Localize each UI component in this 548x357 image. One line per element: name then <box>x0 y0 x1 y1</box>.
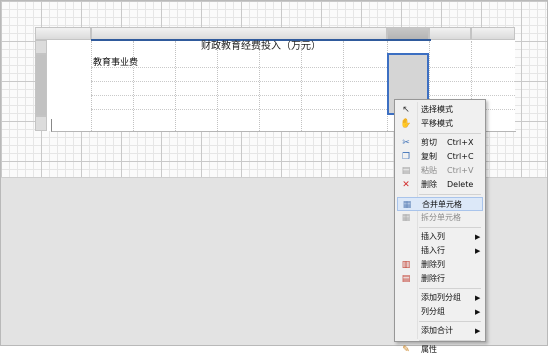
menu-item-label: 添加合计 <box>421 326 453 335</box>
column-header[interactable] <box>429 27 471 40</box>
menu-item[interactable]: ✕ 删除 Delete <box>397 178 483 192</box>
menu-item-label: 删除列 <box>421 260 445 269</box>
merge-cells-icon: ▦ <box>402 200 412 210</box>
menu-item-label: 删除行 <box>421 274 445 283</box>
menu-item[interactable]: ✂ 剪切 Ctrl+X <box>397 136 483 150</box>
menu-item[interactable]: ▤ 粘贴 Ctrl+V <box>397 164 483 178</box>
corner-header[interactable] <box>35 27 91 40</box>
menu-separator <box>419 227 481 228</box>
menu-item-label: 平移模式 <box>421 119 453 128</box>
submenu-arrow-icon: ▶ <box>475 294 481 302</box>
row-divider <box>91 67 515 68</box>
submenu-arrow-icon: ▶ <box>475 247 481 255</box>
report-title-cell[interactable]: 财政教育经费投入（万元） <box>91 39 431 55</box>
row-divider <box>91 81 515 82</box>
hand-pan-icon: ✋ <box>400 119 412 129</box>
menu-item-shortcut: Ctrl+X <box>447 138 474 147</box>
scissors-icon: ✂ <box>402 138 410 148</box>
menu-item-label: 插入行 <box>421 246 445 255</box>
menu-item-label: 合并单元格 <box>422 200 462 209</box>
menu-item-label: 插入列 <box>421 232 445 241</box>
cursor-arrow-icon: ↖ <box>402 105 410 115</box>
menu-item-label: 拆分单元格 <box>421 213 461 222</box>
row-label-cell[interactable]: 教育事业费 <box>93 55 138 68</box>
menu-item[interactable]: 列分组 ▶ <box>397 305 483 319</box>
menu-item-label: 列分组 <box>421 307 445 316</box>
submenu-arrow-icon: ▶ <box>475 308 481 316</box>
submenu-arrow-icon: ▶ <box>475 233 481 241</box>
paste-icon: ▤ <box>401 166 411 176</box>
menu-item-label: 剪切 <box>421 138 437 147</box>
context-menu: ↖ 选择模式 ✋ 平移模式 ✂ 剪切 Ctrl+X ❐ 复制 Ctrl+C ▤ 粘贴 Ctrl+V ✕ 删除… <box>394 99 486 355</box>
menu-item-label: 复制 <box>421 152 437 161</box>
submenu-arrow-icon: ▶ <box>475 327 481 335</box>
menu-separator <box>419 288 481 289</box>
menu-item[interactable]: ▦ 拆分单元格 <box>397 211 483 225</box>
menu-item[interactable]: 添加合计 ▶ <box>397 324 483 338</box>
menu-item[interactable]: ↖ 选择模式 <box>397 103 483 117</box>
menu-item-shortcut: Ctrl+V <box>447 166 474 175</box>
menu-item[interactable]: ✎ 属性 <box>397 343 483 357</box>
menu-item[interactable]: ▥ 删除列 <box>397 258 483 272</box>
menu-item[interactable]: 添加列分组 ▶ <box>397 291 483 305</box>
menu-separator <box>419 133 481 134</box>
properties-icon: ✎ <box>402 345 410 355</box>
menu-item-shortcut: Delete <box>447 180 474 189</box>
delete-column-icon: ▥ <box>401 260 411 270</box>
row-header-selected[interactable] <box>35 54 47 116</box>
delete-row-icon: ▤ <box>401 274 411 284</box>
menu-item-label: 删除 <box>421 180 437 189</box>
menu-item-label: 添加列分组 <box>421 293 461 302</box>
menu-separator <box>419 194 481 195</box>
menu-item[interactable]: ❐ 复制 Ctrl+C <box>397 150 483 164</box>
menu-item-shortcut: Ctrl+C <box>447 152 474 161</box>
copy-icon: ❐ <box>401 152 411 162</box>
delete-x-icon: ✕ <box>402 180 410 190</box>
menu-item[interactable]: ▦ 合并单元格 <box>397 197 483 211</box>
menu-item-label: 粘贴 <box>421 166 437 175</box>
menu-item-label: 选择模式 <box>421 105 453 114</box>
row-header[interactable] <box>35 116 47 131</box>
menu-item[interactable]: 插入行 ▶ <box>397 244 483 258</box>
row-divider <box>91 95 515 96</box>
menu-item[interactable]: ✋ 平移模式 <box>397 117 483 131</box>
split-cells-icon: ▦ <box>401 213 411 223</box>
menu-item[interactable]: 插入列 ▶ <box>397 230 483 244</box>
menu-separator <box>419 321 481 322</box>
menu-item-label: 属性 <box>421 345 437 354</box>
menu-item[interactable]: ▤ 删除行 <box>397 272 483 286</box>
row-header[interactable] <box>35 40 47 54</box>
menu-separator <box>419 340 481 341</box>
column-header[interactable] <box>471 27 515 40</box>
